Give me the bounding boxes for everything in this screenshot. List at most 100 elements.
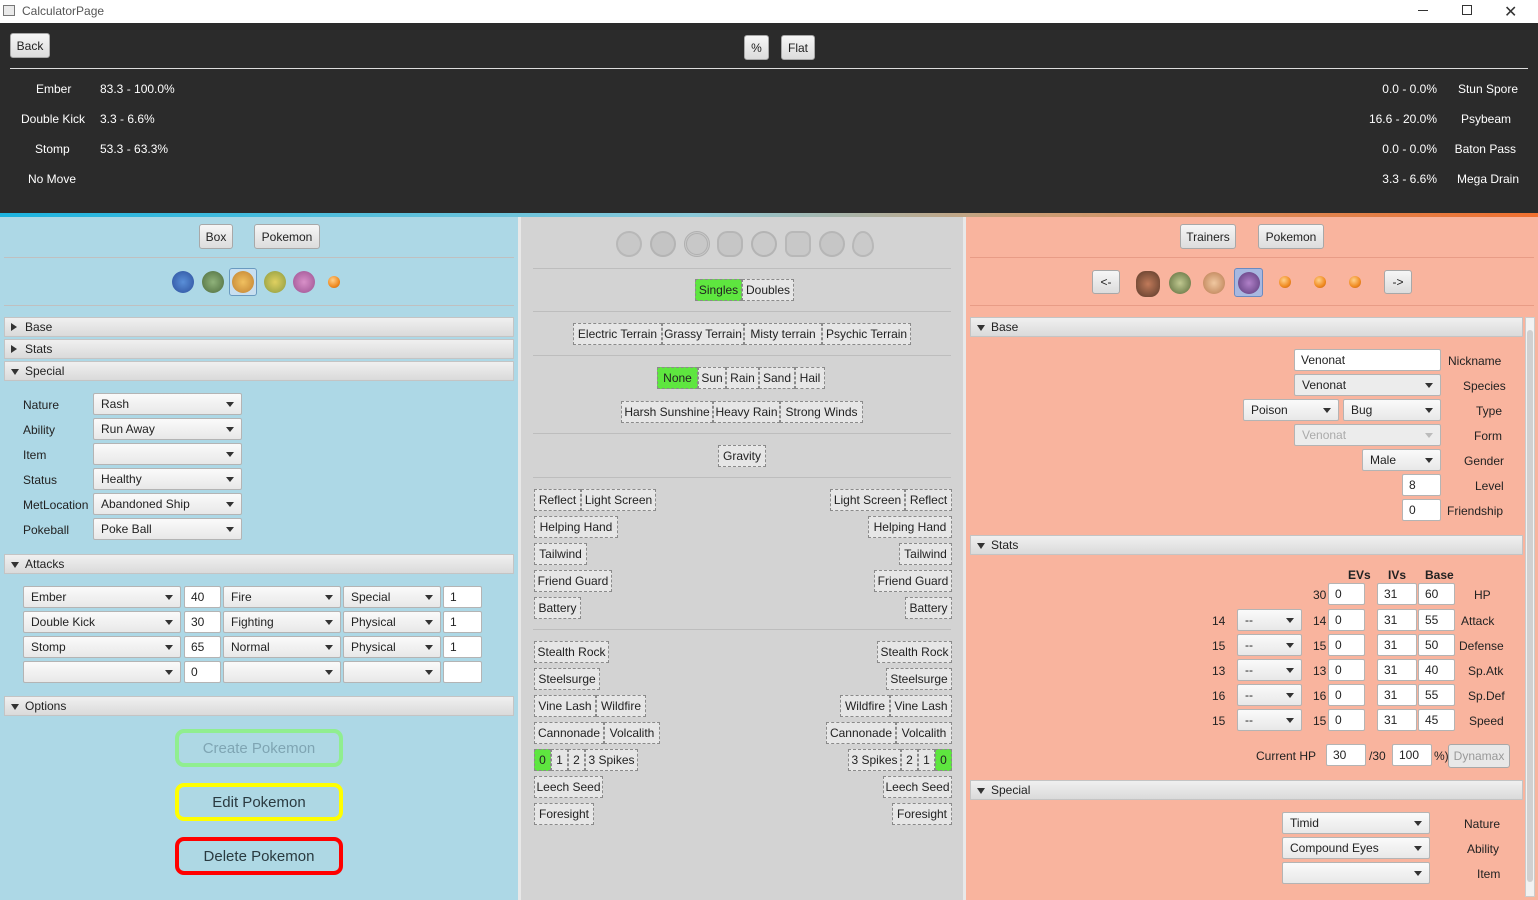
left-spikes-3-toggle[interactable]: 3 Spikes <box>585 749 638 771</box>
nickname-field[interactable]: Venonat <box>1294 349 1441 371</box>
right-section-base[interactable]: Base <box>970 317 1523 337</box>
harsh-sunshine-toggle[interactable]: Harsh Sunshine <box>621 401 713 423</box>
party-pokemon-2-icon[interactable] <box>1203 272 1225 294</box>
right-battery-toggle[interactable]: Battery <box>905 597 952 619</box>
right-leech-seed-toggle[interactable]: Leech Seed <box>883 776 952 798</box>
left-move-1-name[interactable]: Ember <box>36 82 71 96</box>
attack-2-type[interactable]: Fighting <box>223 611 341 633</box>
defense-nature-select[interactable]: -- <box>1237 634 1302 656</box>
spatk-base-field[interactable]: 40 <box>1418 659 1455 681</box>
friendship-field[interactable]: 0 <box>1402 499 1441 521</box>
spatk-nature-select[interactable]: -- <box>1237 659 1302 681</box>
section-options[interactable]: Options <box>4 696 514 716</box>
fighting-type-icon[interactable] <box>717 231 743 257</box>
attack-1-move[interactable]: Ember <box>23 586 181 608</box>
attack-3-move[interactable]: Stomp <box>23 636 181 658</box>
right-spikes-3-toggle[interactable]: 3 Spikes <box>848 749 901 771</box>
strong-winds-toggle[interactable]: Strong Winds <box>780 401 863 423</box>
left-wildfire-toggle[interactable]: Wildfire <box>596 695 646 717</box>
left-volcalith-toggle[interactable]: Volcalith <box>604 722 660 744</box>
defense-iv-field[interactable]: 31 <box>1377 634 1417 656</box>
gravity-toggle[interactable]: Gravity <box>718 445 766 467</box>
right-stealth-rock-toggle[interactable]: Stealth Rock <box>877 641 952 663</box>
attack-2-power[interactable]: 30 <box>184 611 221 633</box>
trainer-icon[interactable] <box>1136 271 1160 297</box>
scrollbar-thumb[interactable] <box>1527 330 1533 882</box>
left-friend-guard-toggle[interactable]: Friend Guard <box>534 570 612 592</box>
left-vine-lash-toggle[interactable]: Vine Lash <box>534 695 596 717</box>
right-reflect-toggle[interactable]: Reflect <box>905 489 952 511</box>
back-button[interactable]: Back <box>10 33 50 58</box>
prev-button[interactable]: <- <box>1092 270 1120 294</box>
right-ability-select[interactable]: Compound Eyes <box>1282 837 1430 859</box>
left-move-3-name[interactable]: Stomp <box>35 142 70 156</box>
ability-select[interactable]: Run Away <box>93 418 242 440</box>
right-steelsurge-toggle[interactable]: Steelsurge <box>886 668 952 690</box>
right-light-screen-toggle[interactable]: Light Screen <box>830 489 905 511</box>
left-spikes-0-toggle[interactable]: 0 <box>534 749 551 771</box>
attack-3-type[interactable]: Normal <box>223 636 341 658</box>
pokeball-select[interactable]: Poke Ball <box>93 518 242 540</box>
spdef-base-field[interactable]: 55 <box>1418 684 1455 706</box>
right-vine-lash-toggle[interactable]: Vine Lash <box>890 695 952 717</box>
left-cannonade-toggle[interactable]: Cannonade <box>534 722 604 744</box>
right-cannonade-toggle[interactable]: Cannonade <box>826 722 896 744</box>
spdef-ev-field[interactable]: 0 <box>1328 684 1365 706</box>
right-spikes-2-toggle[interactable]: 2 <box>901 749 918 771</box>
right-helping-hand-toggle[interactable]: Helping Hand <box>868 516 952 538</box>
left-helping-hand-toggle[interactable]: Helping Hand <box>534 516 618 538</box>
level-field[interactable]: 8 <box>1402 474 1441 496</box>
steel-type-icon[interactable] <box>751 231 777 257</box>
flying-type-icon[interactable] <box>785 231 811 257</box>
right-wildfire-toggle[interactable]: Wildfire <box>840 695 890 717</box>
species-field[interactable]: Venonat <box>1294 374 1441 396</box>
ground-type-icon[interactable] <box>684 231 710 257</box>
attack-4-type[interactable] <box>223 661 341 683</box>
section-special[interactable]: Special <box>4 361 514 381</box>
defense-base-field[interactable]: 50 <box>1418 634 1455 656</box>
doubles-toggle[interactable]: Doubles <box>742 279 794 301</box>
weather-rain-toggle[interactable]: Rain <box>726 367 759 389</box>
party-pokemon-4-icon[interactable] <box>264 271 286 293</box>
create-pokemon-button[interactable]: Create Pokemon <box>175 729 343 767</box>
section-base[interactable]: Base <box>4 317 514 337</box>
left-light-screen-toggle[interactable]: Light Screen <box>581 489 656 511</box>
misty-terrain-toggle[interactable]: Misty terrain <box>744 323 822 345</box>
trainers-button[interactable]: Trainers <box>1180 224 1236 249</box>
restore-icon[interactable] <box>1462 5 1472 15</box>
left-steelsurge-toggle[interactable]: Steelsurge <box>534 668 600 690</box>
left-leech-seed-toggle[interactable]: Leech Seed <box>534 776 603 798</box>
right-move-1-name[interactable]: Stun Spore <box>1458 82 1518 96</box>
scrollbar[interactable] <box>1525 317 1535 897</box>
right-move-4-name[interactable]: Mega Drain <box>1457 172 1519 186</box>
right-section-special[interactable]: Special <box>970 780 1523 800</box>
party-pokemon-1-icon[interactable] <box>172 271 194 293</box>
singles-toggle[interactable]: Singles <box>695 279 742 301</box>
hp-ev-field[interactable]: 0 <box>1328 583 1365 605</box>
pokeball-icon[interactable] <box>1279 276 1291 288</box>
close-icon[interactable]: ✕ <box>1504 2 1517 22</box>
attack-4-category[interactable] <box>343 661 441 683</box>
delete-pokemon-button[interactable]: Delete Pokemon <box>175 837 343 875</box>
spdef-iv-field[interactable]: 31 <box>1377 684 1417 706</box>
status-select[interactable]: Healthy <box>93 468 242 490</box>
right-nature-select[interactable]: Timid <box>1282 812 1430 834</box>
ice-type-icon[interactable] <box>852 231 874 257</box>
minimize-icon[interactable] <box>1418 10 1428 11</box>
pokeball-icon[interactable] <box>328 276 340 288</box>
right-item-select[interactable] <box>1282 862 1430 884</box>
heavy-rain-toggle[interactable]: Heavy Rain <box>713 401 780 423</box>
attack-4-power[interactable]: 0 <box>184 661 221 683</box>
attack-base-field[interactable]: 55 <box>1418 609 1455 631</box>
left-foresight-toggle[interactable]: Foresight <box>534 803 594 825</box>
type1-select[interactable]: Poison <box>1243 399 1339 421</box>
section-attacks[interactable]: Attacks <box>4 554 514 574</box>
spdef-nature-select[interactable]: -- <box>1237 684 1302 706</box>
speed-nature-select[interactable]: -- <box>1237 709 1302 731</box>
dynamax-button[interactable]: Dynamax <box>1448 744 1510 768</box>
spatk-iv-field[interactable]: 31 <box>1377 659 1417 681</box>
attack-2-category[interactable]: Physical <box>343 611 441 633</box>
attack-nature-select[interactable]: -- <box>1237 609 1302 631</box>
edit-pokemon-button[interactable]: Edit Pokemon <box>175 783 343 821</box>
speed-base-field[interactable]: 45 <box>1418 709 1455 731</box>
